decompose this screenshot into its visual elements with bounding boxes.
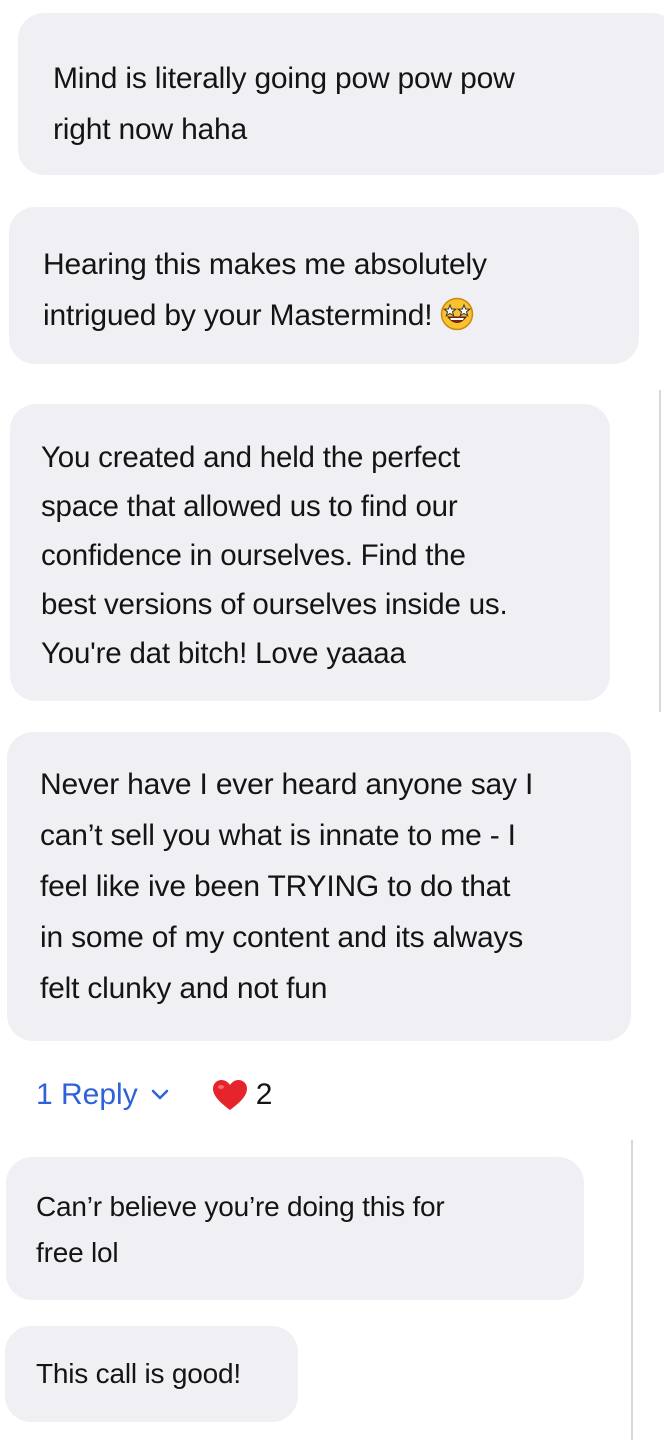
- message-text-content: Hearing this makes me absolutely intrigu…: [43, 248, 487, 332]
- message-text: Hearing this makes me absolutely intrigu…: [43, 239, 639, 341]
- like-reaction-button[interactable]: 2: [212, 1078, 273, 1112]
- reply-bubble[interactable]: This call is good!: [5, 1326, 298, 1422]
- message-bubble[interactable]: Mind is literally going pow pow pow righ…: [18, 13, 664, 175]
- message-actions: 1 Reply 2: [36, 1071, 272, 1119]
- heart-icon: [212, 1079, 247, 1110]
- message-text: Never have I ever heard anyone say I can…: [40, 768, 534, 1005]
- message-text: This call is good!: [36, 1358, 241, 1389]
- thread-scroll-indicator[interactable]: [631, 1140, 633, 1440]
- message-bubble[interactable]: Hearing this makes me absolutely intrigu…: [9, 207, 639, 364]
- message-text: You created and held the perfect space t…: [41, 441, 508, 670]
- message-bubble[interactable]: Never have I ever heard anyone say I can…: [7, 732, 631, 1041]
- replies-toggle-button[interactable]: 1 Reply: [36, 1078, 170, 1112]
- reply-bubble[interactable]: Can’r believe you’re doing this for free…: [6, 1157, 584, 1300]
- star-struck-emoji-icon: [441, 297, 474, 331]
- message-text: Can’r believe you’re doing this for free…: [36, 1191, 445, 1268]
- message-bubble[interactable]: You created and held the perfect space t…: [10, 404, 610, 701]
- message-text: Mind is literally going pow pow pow righ…: [53, 62, 515, 146]
- like-count: 2: [255, 1078, 273, 1111]
- reply-count-label: 1 Reply: [36, 1078, 138, 1111]
- scroll-indicator[interactable]: [659, 390, 661, 712]
- chevron-down-icon: [151, 1089, 168, 1100]
